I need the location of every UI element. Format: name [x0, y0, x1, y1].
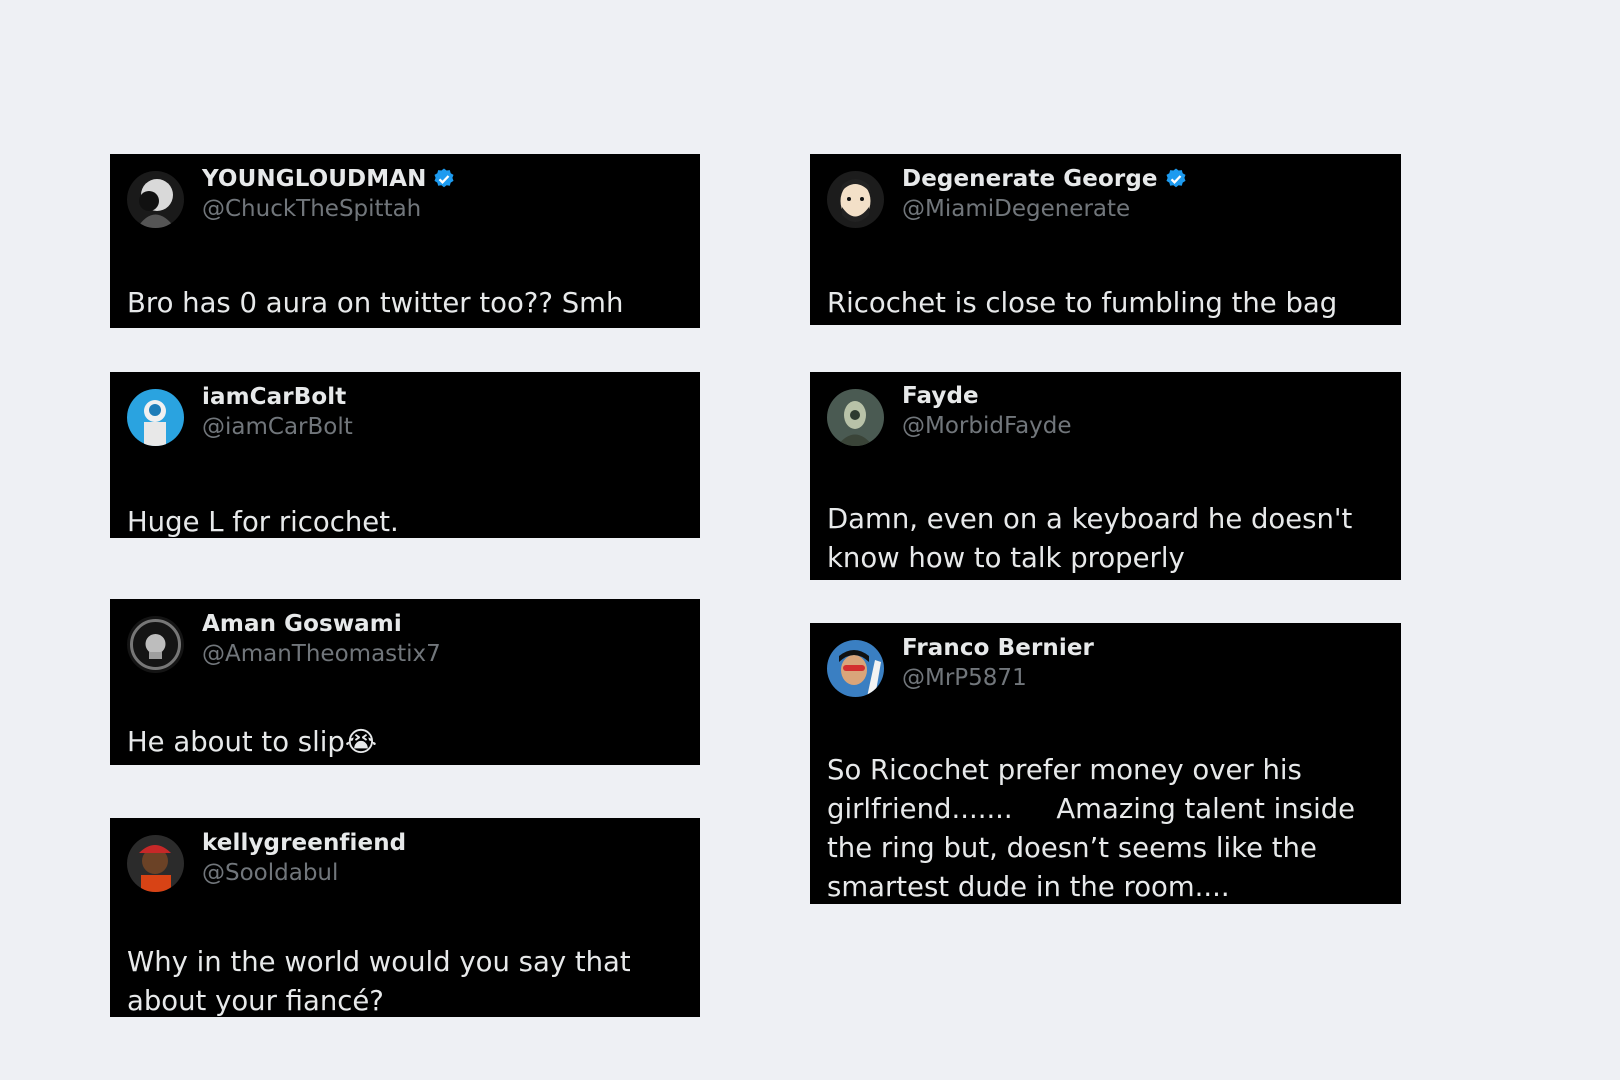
user-avatar[interactable] — [827, 171, 884, 228]
user-handle[interactable]: @MorbidFayde — [902, 413, 1072, 439]
tweet-text: Why in the world would you say that abou… — [127, 946, 640, 1017]
display-name[interactable]: kellygreenfiend — [202, 830, 406, 856]
user-handle[interactable]: @MrP5871 — [902, 665, 1027, 691]
user-handle[interactable]: @MiamiDegenerate — [902, 196, 1130, 222]
tweet-text: Huge L for ricochet. — [127, 506, 399, 538]
verified-badge-icon — [434, 168, 454, 188]
display-name[interactable]: Franco Bernier — [902, 635, 1094, 661]
tweet-card[interactable]: Franco Bernier @MrP5871 So Ricochet pref… — [810, 623, 1401, 904]
tweet-text: He about to slip😭 — [127, 726, 377, 758]
tweet-text: Damn, even on a keyboard he doesn't know… — [827, 503, 1362, 574]
user-handle[interactable]: @AmanTheomastix7 — [202, 641, 441, 667]
display-name[interactable]: Fayde — [902, 383, 979, 409]
user-avatar[interactable] — [827, 389, 884, 446]
display-name[interactable]: YOUNGLOUDMAN — [202, 166, 426, 192]
user-avatar[interactable] — [127, 389, 184, 446]
display-name[interactable]: iamCarBolt — [202, 384, 346, 410]
user-handle[interactable]: @Sooldabul — [202, 860, 338, 886]
tweet-text: Ricochet is close to fumbling the bag — [827, 287, 1338, 319]
user-handle[interactable]: @iamCarBolt — [202, 414, 353, 440]
tweet-card[interactable]: Aman Goswami @AmanTheomastix7 He about t… — [110, 599, 700, 765]
tweet-text: Bro has 0 aura on twitter too?? Smh — [127, 287, 624, 319]
tweet-card[interactable]: kellygreenfiend @Sooldabul Why in the wo… — [110, 818, 700, 1017]
user-avatar[interactable] — [127, 616, 184, 673]
tweet-text: So Ricochet prefer money over his girlfr… — [827, 754, 1364, 903]
user-avatar[interactable] — [127, 835, 184, 892]
user-avatar[interactable] — [827, 640, 884, 697]
user-handle[interactable]: @ChuckTheSpittah — [202, 196, 421, 222]
tweet-card[interactable]: iamCarBolt @iamCarBolt Huge L for ricoch… — [110, 372, 700, 538]
tweet-card[interactable]: Fayde @MorbidFayde Damn, even on a keybo… — [810, 372, 1401, 580]
tweet-card[interactable]: Degenerate George @MiamiDegenerate Ricoc… — [810, 154, 1401, 325]
verified-badge-icon — [1166, 168, 1186, 188]
display-name[interactable]: Degenerate George — [902, 166, 1158, 192]
tweet-card[interactable]: YOUNGLOUDMAN @ChuckTheSpittah Bro has 0 … — [110, 154, 700, 328]
user-avatar[interactable] — [127, 171, 184, 228]
display-name[interactable]: Aman Goswami — [202, 611, 402, 637]
